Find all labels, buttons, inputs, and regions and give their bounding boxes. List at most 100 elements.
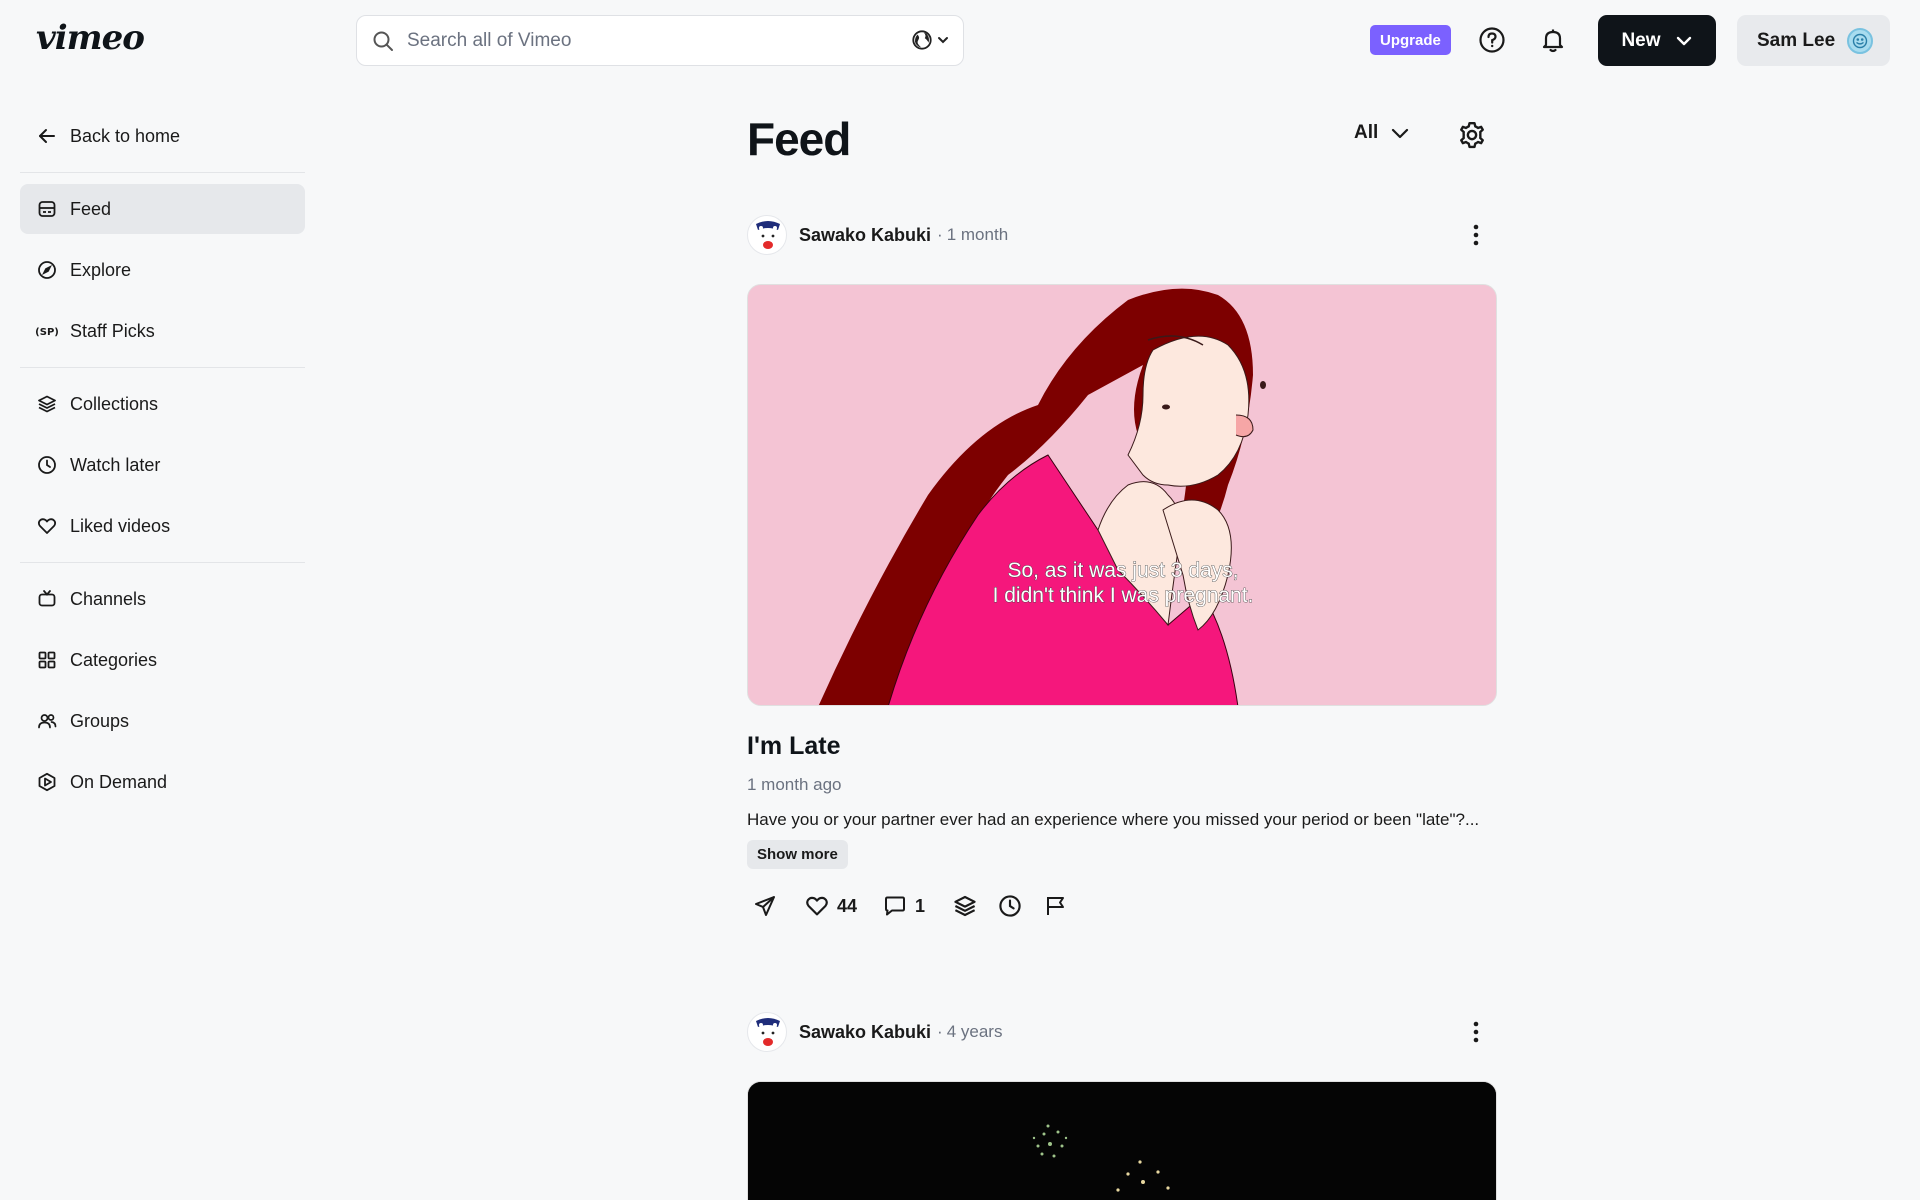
thumbnail-illustration: So, as it was just 3 days, I didn't thin… [748,285,1496,705]
post-options-button[interactable] [1461,220,1491,250]
post-header: Sawako Kabuki · 4 years [747,1011,1497,1053]
grid-icon [36,649,58,671]
sidebar-item-categories[interactable]: Categories [20,635,305,685]
feed-post: Sawako Kabuki · 4 years [747,1011,1497,1200]
more-vertical-icon [1473,1021,1479,1043]
sidebar-divider [20,172,305,173]
sidebar-item-staff-picks[interactable]: (SP) Staff Picks [20,306,305,356]
video-thumbnail[interactable]: So, as it was just 3 days, I didn't thin… [747,284,1497,706]
video-thumbnail[interactable] [747,1081,1497,1200]
user-menu-button[interactable]: Sam Lee [1737,15,1890,66]
report-button[interactable] [1044,894,1068,918]
search-input[interactable] [407,29,887,52]
sidebar-divider [20,367,305,368]
add-to-collection-button[interactable] [953,894,977,918]
separator-dot: · [937,225,943,244]
sidebar-item-label: Channels [70,588,147,609]
comment-button[interactable]: 1 [883,894,925,918]
sidebar-item-label: Categories [70,649,158,670]
search-scope-dropdown[interactable] [911,29,949,51]
sidebar-item-label: Collections [70,393,159,414]
new-button[interactable]: New [1598,15,1716,66]
author-avatar[interactable] [747,215,787,255]
sidebar-item-label: Feed [70,198,112,219]
staff-picks-icon: (SP) [36,320,58,342]
video-description: Have you or your partner ever had an exp… [747,810,1480,829]
layers-icon [36,393,58,415]
feed-post: Sawako Kabuki · 1 month So, as it was ju… [747,214,1497,923]
more-vertical-icon [1473,224,1479,246]
sidebar-item-groups[interactable]: Groups [20,696,305,746]
video-title[interactable]: I'm Late [747,732,1497,761]
arrow-left-icon [36,125,58,147]
heart-icon [805,894,829,918]
avatar [1847,27,1874,54]
sidebar-item-label: Watch later [70,454,161,475]
comment-icon [883,894,907,918]
fireworks-illustration [748,1082,1496,1200]
layers-icon [953,894,977,918]
globe-icon [911,29,933,51]
sidebar-item-label: Groups [70,710,130,731]
feed-settings-button[interactable] [1457,120,1491,154]
post-age: 1 month [946,225,1009,244]
watch-later-button[interactable] [998,894,1022,918]
subtitle-line-2: I didn't think I was pregnant. [993,584,1254,607]
page-title: Feed [747,113,851,165]
search-bar[interactable] [356,15,964,66]
post-age: 4 years [946,1022,1003,1041]
heart-icon [36,515,58,537]
author-name[interactable]: Sawako Kabuki [799,225,931,246]
share-button[interactable] [753,894,777,918]
bell-icon [1539,26,1567,54]
sidebar-item-collections[interactable]: Collections [20,379,305,429]
sidebar-item-liked-videos[interactable]: Liked videos [20,501,305,551]
like-button[interactable]: 44 [805,894,857,918]
chevron-down-icon [1675,32,1693,50]
filter-label: All [1354,122,1379,143]
post-options-button[interactable] [1461,1017,1491,1047]
subtitle-line-1: So, as it was just 3 days, [1007,559,1238,582]
sidebar-divider [20,562,305,563]
post-header: Sawako Kabuki · 1 month [747,214,1497,256]
svg-text:(SP): (SP) [36,327,58,338]
compass-icon [36,259,58,281]
feed-main: Feed All Sawako Kabuki · 1 month So, as … [747,100,1497,1200]
users-icon [36,710,58,732]
vimeo-logo[interactable]: vimeo [36,18,145,58]
clock-icon [998,894,1022,918]
separator-dot: · [937,1022,943,1041]
like-count: 44 [837,895,858,916]
chevron-down-icon [937,34,949,46]
upgrade-button[interactable]: Upgrade [1370,25,1451,55]
author-name[interactable]: Sawako Kabuki [799,1022,931,1043]
feed-header: Feed All [747,100,1497,180]
gear-icon [1457,120,1491,150]
chevron-down-icon [1390,123,1410,143]
sidebar-item-feed[interactable]: Feed [20,184,305,234]
sidebar-item-watch-later[interactable]: Watch later [20,440,305,490]
tv-icon [36,588,58,610]
sidebar-item-explore[interactable]: Explore [20,245,305,295]
clock-icon [36,454,58,476]
feed-icon [36,198,58,220]
new-label: New [1621,29,1661,51]
play-hex-icon [36,771,58,793]
notifications-button[interactable] [1535,22,1571,58]
sidebar: Back to home Feed Explore (SP) Staff Pic… [20,112,305,818]
sidebar-item-channels[interactable]: Channels [20,574,305,624]
feed-filter-dropdown[interactable]: All [1354,122,1410,144]
sidebar-item-label: Explore [70,259,132,280]
logo-text: vimeo [36,18,145,58]
search-icon [371,29,395,53]
author-avatar[interactable] [747,1012,787,1052]
help-button[interactable] [1474,22,1510,58]
help-icon [1478,26,1506,54]
back-to-home-link[interactable]: Back to home [20,112,305,160]
send-icon [753,894,777,918]
top-bar: vimeo Upgrade New Sam Lee [0,0,1920,80]
show-more-button[interactable]: Show more [747,840,848,869]
sidebar-item-on-demand[interactable]: On Demand [20,757,305,807]
user-name: Sam Lee [1757,29,1836,51]
comment-count: 1 [915,895,926,916]
